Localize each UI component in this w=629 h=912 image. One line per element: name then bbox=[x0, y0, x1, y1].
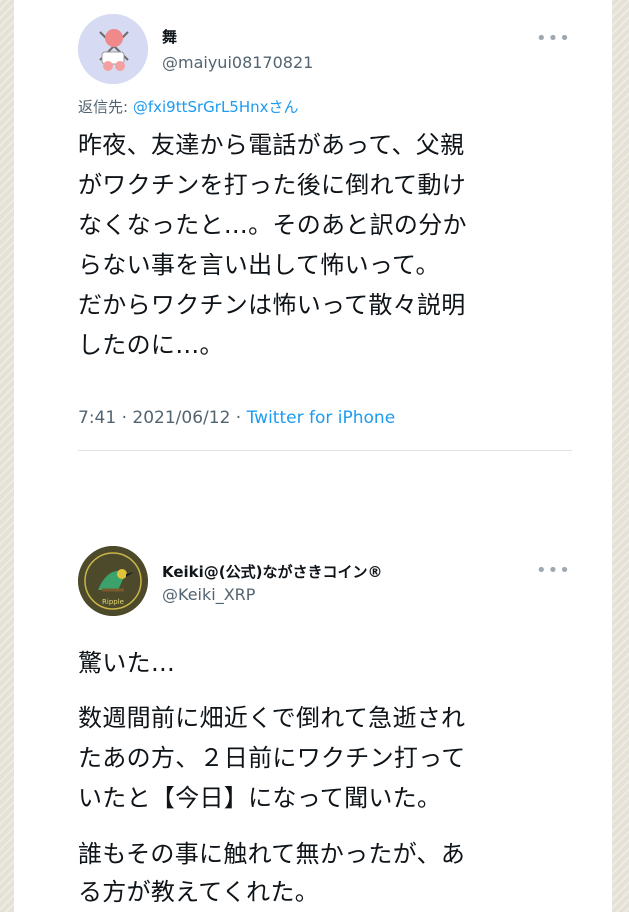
user-handle[interactable]: @maiyui08170821 bbox=[162, 53, 313, 72]
avatar-illustration-icon bbox=[78, 14, 148, 84]
tweet-text-line: 驚いた… bbox=[78, 649, 176, 677]
tweet-text-line: がワクチンを打った後に倒れて動け bbox=[78, 171, 467, 199]
avatar[interactable] bbox=[78, 14, 148, 84]
timeline-card: 舞 @maiyui08170821 ••• 返信先: @fxi9ttSrGrL5… bbox=[14, 0, 612, 912]
tweet-date[interactable]: 2021/06/12 bbox=[132, 408, 230, 428]
tweet-source-link[interactable]: Twitter for iPhone bbox=[247, 408, 396, 428]
tweet-text-line: なくなったと…。そのあと訳の分か bbox=[78, 211, 467, 239]
tweet-text-line: る方が教えてくれた。 bbox=[78, 878, 320, 906]
reply-to-label: 返信先: bbox=[78, 98, 133, 116]
more-dots-icon[interactable]: ••• bbox=[536, 560, 571, 581]
display-name[interactable]: 舞 bbox=[162, 26, 177, 47]
tweet-text-line: たあの方、２日前にワクチン打って bbox=[78, 744, 466, 772]
reply-mention-link[interactable]: @fxi9ttSrGrL5Hnxさん bbox=[133, 98, 299, 116]
meta-separator: · bbox=[116, 408, 133, 428]
divider bbox=[78, 450, 572, 451]
tweet-text-line: 昨夜、友達から電話があって、父親 bbox=[78, 131, 465, 159]
tweet-text-line: らない事を言い出して怖いって。 bbox=[78, 251, 440, 279]
tweet-text-line: 数週間前に畑近くで倒れて急逝され bbox=[78, 704, 466, 732]
avatar-text: Ripple bbox=[102, 598, 124, 606]
more-dots-icon[interactable]: ••• bbox=[536, 28, 571, 49]
tweet-text-line: だからワクチンは怖いって散々説明 bbox=[78, 291, 466, 319]
tweet-text-line: いたと【今日】になって聞いた。 bbox=[78, 784, 442, 812]
bird-avatar-icon: Ripple bbox=[78, 546, 148, 616]
tweet-time[interactable]: 7:41 bbox=[78, 408, 116, 428]
meta-separator: · bbox=[230, 408, 247, 428]
display-name[interactable]: Keiki@(公式)ながさきコイン® bbox=[162, 561, 383, 582]
user-handle[interactable]: @Keiki_XRP bbox=[162, 585, 255, 604]
tweet-text-line: 誰もその事に触れて無かったが、あ bbox=[78, 840, 466, 868]
tweet-meta: 7:41 · 2021/06/12 · Twitter for iPhone bbox=[78, 408, 395, 428]
tweet-text-line: したのに…。 bbox=[78, 331, 224, 359]
avatar[interactable]: Ripple bbox=[78, 546, 148, 616]
reply-to-line: 返信先: @fxi9ttSrGrL5Hnxさん bbox=[78, 96, 299, 117]
